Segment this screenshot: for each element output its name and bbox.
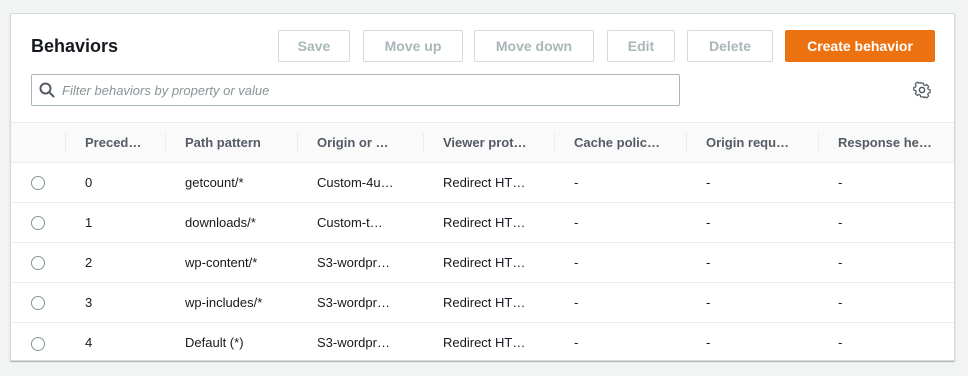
edit-button[interactable]: Edit (607, 30, 675, 62)
cell-cache-policy: - (574, 335, 579, 351)
cell-path-pattern: wp-content/* (185, 255, 258, 270)
cell-origin-request: - (706, 335, 711, 351)
move-up-button[interactable]: Move up (363, 30, 463, 62)
row-radio[interactable] (31, 216, 45, 231)
row-radio[interactable] (31, 296, 45, 311)
cell-cache-policy: - (574, 295, 579, 310)
cell-precedence: 3 (85, 295, 93, 310)
cell-origin-request: - (706, 295, 711, 310)
behaviors-panel: Behaviors Save Move up Move down Edit De… (10, 13, 955, 361)
cell-origin-request: - (706, 255, 711, 270)
row-radio[interactable] (31, 176, 45, 191)
table-row[interactable]: 0 getcount/* Custom-4u… Redirect HT… - -… (11, 163, 954, 203)
gear-icon[interactable] (911, 79, 933, 101)
cell-viewer-protocol: Redirect HT… (443, 175, 526, 190)
cell-path-pattern: getcount/* (185, 175, 244, 190)
behaviors-table: Preced… Path pattern Origin or … Viewer … (11, 122, 954, 361)
cell-path-pattern: downloads/* (185, 215, 256, 230)
cell-response-headers: - (838, 295, 843, 310)
cell-viewer-protocol: Redirect HT… (443, 295, 526, 310)
cell-origin: S3-wordpr… (317, 255, 390, 270)
cell-path-pattern: wp-includes/* (185, 295, 263, 310)
cell-origin: Custom-t… (317, 215, 383, 230)
cell-path-pattern: Default (*) (185, 335, 244, 351)
cell-cache-policy: - (574, 215, 579, 230)
cell-precedence: 2 (85, 255, 93, 270)
panel-title: Behaviors (31, 36, 119, 56)
cell-viewer-protocol: Redirect HT… (443, 335, 526, 351)
cell-precedence: 0 (85, 175, 93, 190)
cell-response-headers: - (838, 335, 843, 351)
column-header-path-pattern[interactable]: Path pattern (165, 123, 297, 163)
search-icon (32, 75, 62, 105)
cell-response-headers: - (838, 175, 843, 190)
row-radio[interactable] (31, 256, 45, 271)
cell-precedence: 1 (85, 215, 93, 230)
table-row[interactable]: 3 wp-includes/* S3-wordpr… Redirect HT… … (11, 283, 954, 323)
column-header-precedence[interactable]: Preced… (65, 123, 165, 163)
column-header-response-headers[interactable]: Response he… (818, 123, 954, 163)
cell-cache-policy: - (574, 175, 579, 190)
cell-response-headers: - (838, 215, 843, 230)
cell-origin-request: - (706, 215, 711, 230)
save-button[interactable]: Save (278, 30, 350, 62)
table-row[interactable]: 1 downloads/* Custom-t… Redirect HT… - -… (11, 203, 954, 243)
cell-origin: S3-wordpr… (317, 295, 390, 310)
column-header-cache-policy[interactable]: Cache polic… (554, 123, 686, 163)
cell-origin: S3-wordpr… (317, 335, 390, 351)
column-header-origin-request[interactable]: Origin requ… (686, 123, 818, 163)
table-row[interactable]: 2 wp-content/* S3-wordpr… Redirect HT… -… (11, 243, 954, 283)
table-row[interactable]: 4 Default (*) S3-wordpr… Redirect HT… - … (11, 323, 954, 361)
search-field[interactable] (31, 74, 680, 106)
cell-response-headers: - (838, 255, 843, 270)
move-down-button[interactable]: Move down (474, 30, 594, 62)
column-header-viewer-protocol[interactable]: Viewer prot… (423, 123, 554, 163)
cell-viewer-protocol: Redirect HT… (443, 255, 526, 270)
cell-viewer-protocol: Redirect HT… (443, 215, 526, 230)
cell-origin: Custom-4u… (317, 175, 394, 190)
search-input[interactable] (62, 82, 662, 98)
column-header-origin[interactable]: Origin or … (297, 123, 423, 163)
delete-button[interactable]: Delete (687, 30, 773, 62)
select-column-header (11, 123, 65, 163)
cell-origin-request: - (706, 175, 711, 190)
row-radio[interactable] (31, 336, 45, 351)
cell-cache-policy: - (574, 255, 579, 270)
table-header-row: Preced… Path pattern Origin or … Viewer … (11, 122, 954, 163)
create-behavior-button[interactable]: Create behavior (785, 30, 935, 62)
cell-precedence: 4 (85, 335, 93, 351)
